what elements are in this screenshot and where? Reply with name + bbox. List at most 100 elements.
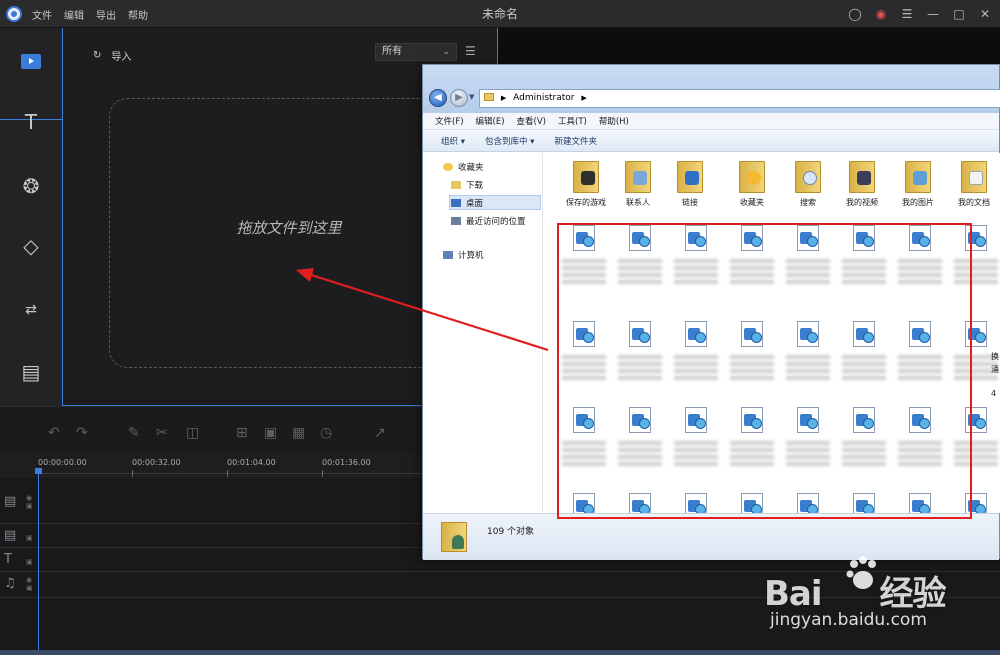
- transition-tab-icon[interactable]: ⇄: [19, 298, 43, 322]
- crop-icon[interactable]: ⊞: [236, 425, 248, 441]
- favorites-folder-icon: [737, 159, 767, 193]
- blurred-filename: [786, 352, 830, 382]
- filter-tab-icon[interactable]: ❂: [19, 174, 43, 198]
- media-file[interactable]: [894, 407, 946, 468]
- nav-desktop[interactable]: 桌面: [451, 197, 483, 209]
- media-tab-icon[interactable]: [21, 54, 41, 69]
- ex-menu-file[interactable]: 文件(F): [435, 115, 464, 127]
- playhead[interactable]: [38, 470, 39, 650]
- import-button[interactable]: ↻ 导入: [93, 48, 131, 63]
- nav-computer[interactable]: 计算机: [443, 249, 484, 261]
- audio-file-icon: [573, 407, 595, 433]
- address-bar[interactable]: ▶ Administrator ▶: [479, 89, 1000, 108]
- include-library-button[interactable]: 包含到库中 ▾: [485, 135, 534, 147]
- media-file[interactable]: [838, 407, 890, 468]
- delete-icon[interactable]: ◫: [186, 425, 199, 441]
- blurred-filename: [842, 438, 886, 468]
- media-file[interactable]: [614, 493, 666, 513]
- media-file[interactable]: [614, 225, 666, 286]
- text-tab-icon[interactable]: T: [19, 110, 43, 134]
- blurred-filename: [842, 256, 886, 286]
- menu-export[interactable]: 导出: [96, 7, 116, 22]
- media-file[interactable]: [838, 225, 890, 286]
- menu-file[interactable]: 文件: [32, 7, 52, 22]
- zoom-icon[interactable]: ▣: [264, 425, 277, 441]
- media-file[interactable]: [894, 321, 946, 382]
- address-segment[interactable]: Administrator: [513, 93, 574, 103]
- media-file[interactable]: [950, 407, 1000, 468]
- media-file[interactable]: [894, 225, 946, 286]
- pencil-icon[interactable]: ✎: [128, 425, 140, 441]
- folder-searches[interactable]: 搜索: [780, 159, 836, 208]
- minimize-icon[interactable]: —: [926, 7, 940, 21]
- media-file[interactable]: [782, 407, 834, 468]
- media-file[interactable]: [670, 225, 722, 286]
- export-clip-icon[interactable]: ↗: [374, 425, 386, 441]
- ex-menu-help[interactable]: 帮助(H): [599, 115, 629, 127]
- undo-icon[interactable]: ↶: [48, 425, 60, 441]
- media-file[interactable]: [726, 225, 778, 286]
- media-file[interactable]: [726, 493, 778, 513]
- maximize-icon[interactable]: □: [952, 7, 966, 21]
- media-file[interactable]: [558, 321, 610, 382]
- media-file[interactable]: [614, 407, 666, 468]
- folder-favorites[interactable]: 收藏夹: [724, 159, 780, 208]
- folder-links[interactable]: 链接: [662, 159, 718, 208]
- nav-recent[interactable]: 最近访问的位置: [451, 215, 526, 227]
- media-file[interactable]: [670, 407, 722, 468]
- folder-contacts[interactable]: 联系人: [610, 159, 666, 208]
- back-icon[interactable]: ◀: [429, 89, 447, 107]
- menu-help[interactable]: 帮助: [128, 7, 148, 22]
- user-icon[interactable]: ◯: [848, 7, 862, 21]
- folder-pictures[interactable]: 我的图片: [890, 159, 946, 208]
- media-file[interactable]: [558, 493, 610, 513]
- drop-zone[interactable]: 拖放文件到这里: [109, 98, 469, 368]
- ex-menu-tools[interactable]: 工具(T): [558, 115, 587, 127]
- duration-icon[interactable]: ◷: [320, 425, 332, 441]
- folder-videos[interactable]: 我的视频: [834, 159, 890, 208]
- media-file[interactable]: [950, 225, 1000, 286]
- menu-edit[interactable]: 编辑: [64, 7, 84, 22]
- overlay-tab-icon[interactable]: ◇: [19, 234, 43, 258]
- media-file[interactable]: [726, 407, 778, 468]
- media-file[interactable]: [726, 321, 778, 382]
- history-chevron-icon[interactable]: ▼: [469, 93, 474, 101]
- organize-button[interactable]: 组织 ▾: [441, 135, 465, 147]
- media-file[interactable]: [782, 493, 834, 513]
- menu-icon[interactable]: ☰: [900, 7, 914, 21]
- track-lock-icon[interactable]: ▣: [26, 558, 33, 566]
- media-file[interactable]: [838, 321, 890, 382]
- cut-icon[interactable]: ✂: [156, 425, 168, 441]
- media-file[interactable]: [558, 225, 610, 286]
- track-lock-icon[interactable]: ▣: [26, 534, 33, 542]
- media-file[interactable]: [950, 493, 1000, 513]
- forward-icon[interactable]: ▶: [450, 89, 468, 107]
- import-label: 导入: [111, 52, 132, 63]
- music-track[interactable]: ♫ ◉ ▣: [0, 572, 1000, 598]
- film-tab-icon[interactable]: ▤: [19, 360, 43, 384]
- media-filter-select[interactable]: 所有 ⌄: [375, 43, 457, 61]
- mosaic-icon[interactable]: ▦: [292, 425, 305, 441]
- ex-menu-edit[interactable]: 编辑(E): [476, 115, 505, 127]
- media-file[interactable]: [838, 493, 890, 513]
- media-file[interactable]: [558, 407, 610, 468]
- explorer-window: ◀ ▶ ▼ ▶ Administrator ▶ 文件(F) 编辑(E) 查看(V…: [422, 64, 1000, 560]
- media-file[interactable]: [782, 225, 834, 286]
- media-file[interactable]: [894, 493, 946, 513]
- close-icon[interactable]: ✕: [978, 7, 992, 21]
- media-file[interactable]: [670, 493, 722, 513]
- folder-saved-games[interactable]: 保存的游戏: [558, 159, 614, 208]
- media-file[interactable]: [670, 321, 722, 382]
- track-lock-icon[interactable]: ◉ ▣: [26, 494, 33, 510]
- media-file[interactable]: [614, 321, 666, 382]
- track-lock-icon[interactable]: ◉ ▣: [26, 576, 33, 592]
- nav-favorites[interactable]: 收藏夹: [443, 161, 484, 173]
- nav-downloads[interactable]: 下载: [451, 179, 483, 191]
- redo-icon[interactable]: ↷: [76, 425, 88, 441]
- new-folder-button[interactable]: 新建文件夹: [554, 135, 597, 147]
- message-icon[interactable]: ◉: [874, 7, 888, 21]
- ex-menu-view[interactable]: 查看(V): [517, 115, 546, 127]
- media-file[interactable]: [782, 321, 834, 382]
- folder-documents[interactable]: 我的文档: [946, 159, 1000, 208]
- list-view-icon[interactable]: ☰: [465, 44, 476, 58]
